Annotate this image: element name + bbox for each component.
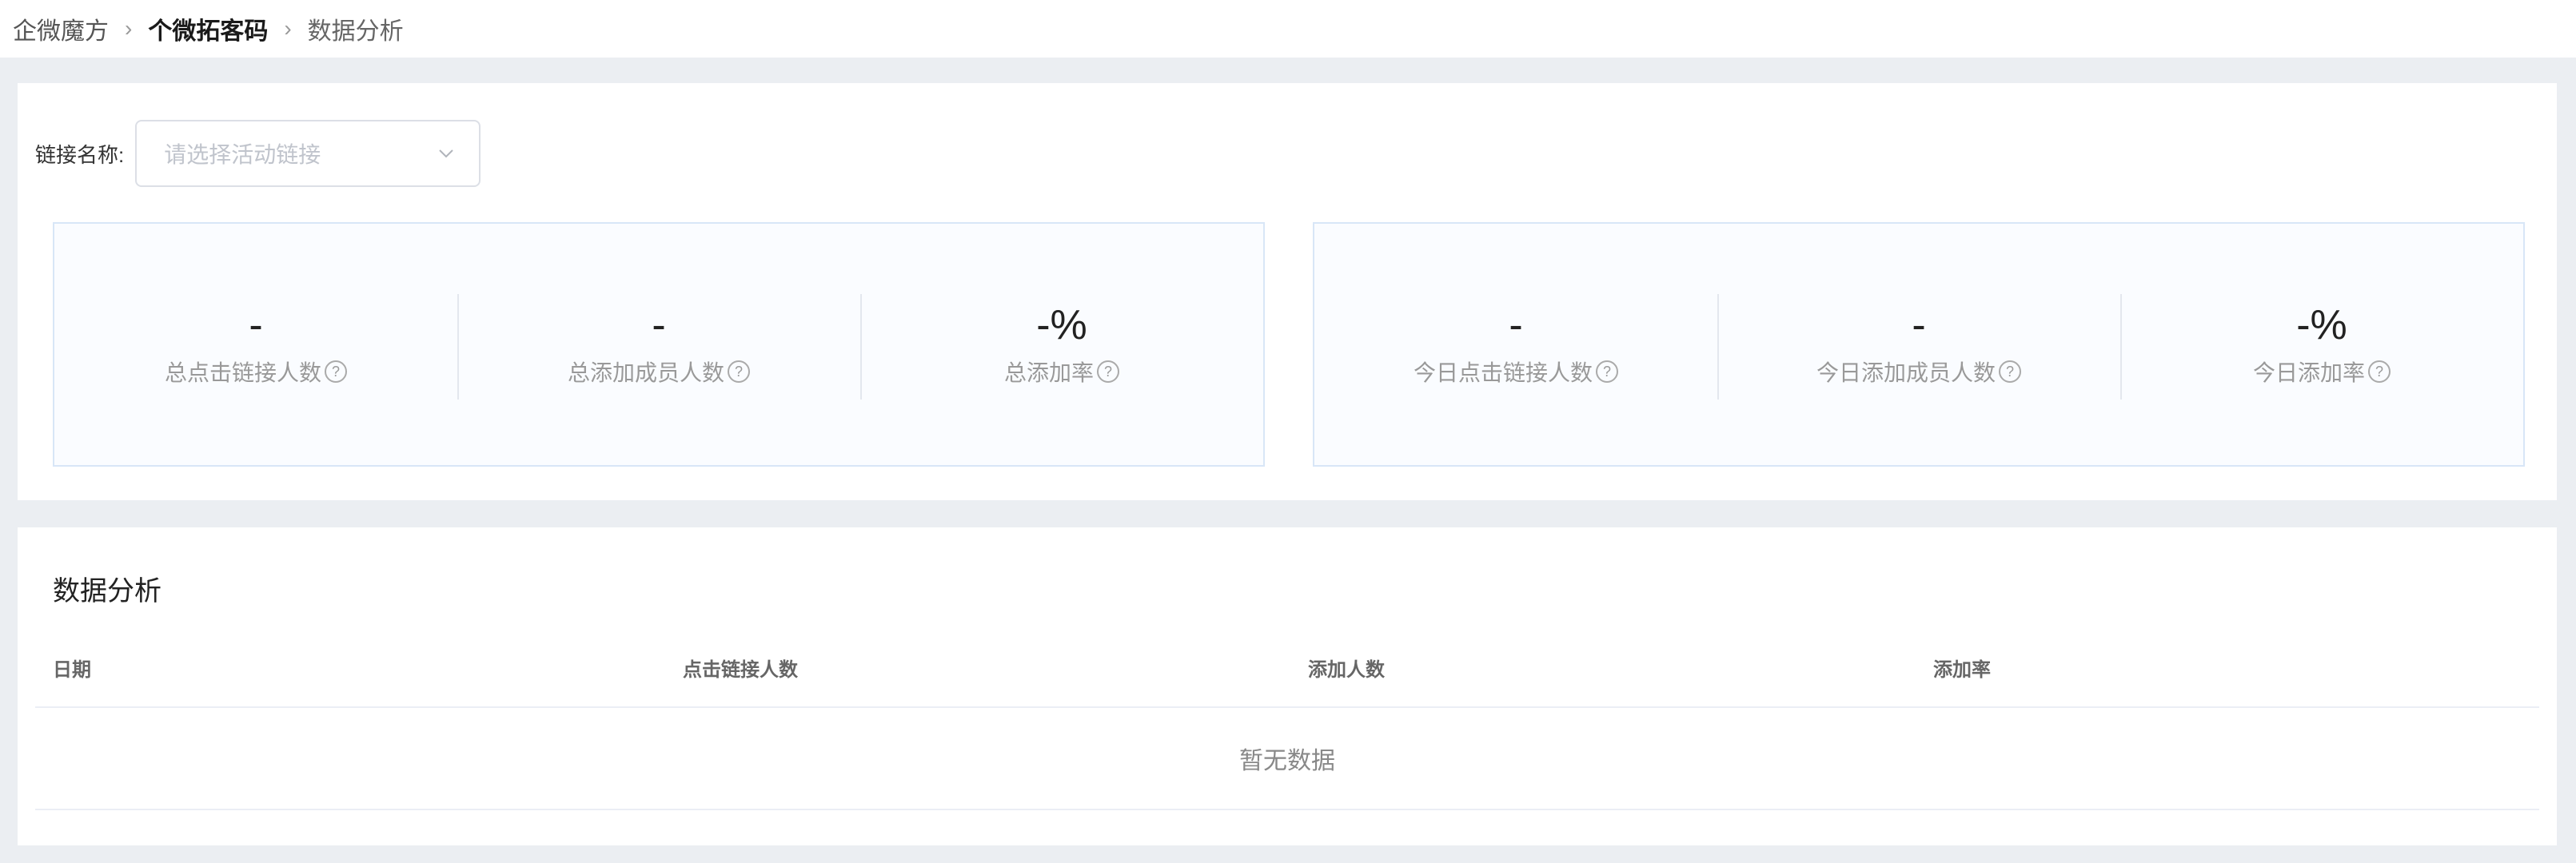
- column-header-date: 日期: [53, 659, 91, 681]
- stat-label: 今日点击链接人数: [1413, 360, 1593, 385]
- stat-today-added: - 今日添加成员人数 ?: [1717, 224, 2120, 465]
- today-stats-panel: - 今日点击链接人数 ? - 今日添加成员人数 ? -% 今日添加率 ?: [1313, 222, 2525, 467]
- analysis-title: 数据分析: [53, 576, 161, 606]
- total-stats-panel: - 总点击链接人数 ? - 总添加成员人数 ? -% 总添加率 ?: [53, 222, 1265, 467]
- column-header-added: 添加人数: [1308, 659, 1385, 681]
- breadcrumb-item-root[interactable]: 企微魔方: [13, 11, 109, 46]
- stat-value: -: [652, 302, 666, 348]
- stat-total-rate: -% 总添加率 ?: [860, 224, 1263, 465]
- stat-label: 总添加率: [1003, 360, 1094, 385]
- stat-value: -%: [2296, 302, 2347, 348]
- help-circle-icon[interactable]: ?: [325, 360, 347, 383]
- table-header: 日期 点击链接人数 添加人数 添加率: [35, 639, 2539, 708]
- column-header-rate: 添加率: [1933, 659, 1991, 681]
- stat-label: 今日添加成员人数: [1816, 360, 1996, 385]
- link-select-placeholder: 请选择活动链接: [164, 142, 321, 167]
- breadcrumb-item-module[interactable]: 个微拓客码: [148, 11, 268, 46]
- breadcrumb-item-current: 数据分析: [307, 18, 404, 45]
- link-select[interactable]: 请选择活动链接: [135, 120, 481, 187]
- link-filter: 链接名称: 请选择活动链接: [35, 120, 481, 187]
- stat-today-clicks: - 今日点击链接人数 ?: [1314, 224, 1717, 465]
- chevron-down-icon: [439, 149, 453, 158]
- stat-label: 总点击链接人数: [164, 360, 321, 385]
- empty-text: 暂无数据: [1239, 748, 1335, 774]
- help-circle-icon[interactable]: ?: [2368, 360, 2391, 383]
- help-circle-icon[interactable]: ?: [1097, 360, 1119, 383]
- stat-value: -: [249, 302, 263, 348]
- stat-today-rate: -% 今日添加率 ?: [2120, 224, 2523, 465]
- stat-label: 今日添加率: [2252, 360, 2365, 385]
- stat-value: -%: [1036, 302, 1087, 348]
- link-name-label: 链接名称:: [35, 142, 125, 167]
- table-empty-state: 暂无数据: [35, 708, 2539, 810]
- help-circle-icon[interactable]: ?: [728, 360, 750, 383]
- help-circle-icon[interactable]: ?: [1596, 360, 1618, 383]
- breadcrumb: 企微魔方 › 个微拓客码 › 数据分析: [0, 0, 2576, 58]
- stat-total-clicks: - 总点击链接人数 ?: [54, 224, 457, 465]
- chevron-right-icon: ›: [125, 16, 133, 41]
- help-circle-icon[interactable]: ?: [1999, 360, 2021, 383]
- chevron-right-icon: ›: [284, 16, 292, 41]
- stat-value: -: [1912, 302, 1926, 348]
- stat-total-added: - 总添加成员人数 ?: [457, 224, 860, 465]
- stat-label: 总添加成员人数: [567, 360, 724, 385]
- column-header-clicks: 点击链接人数: [683, 659, 798, 681]
- stat-value: -: [1509, 302, 1523, 348]
